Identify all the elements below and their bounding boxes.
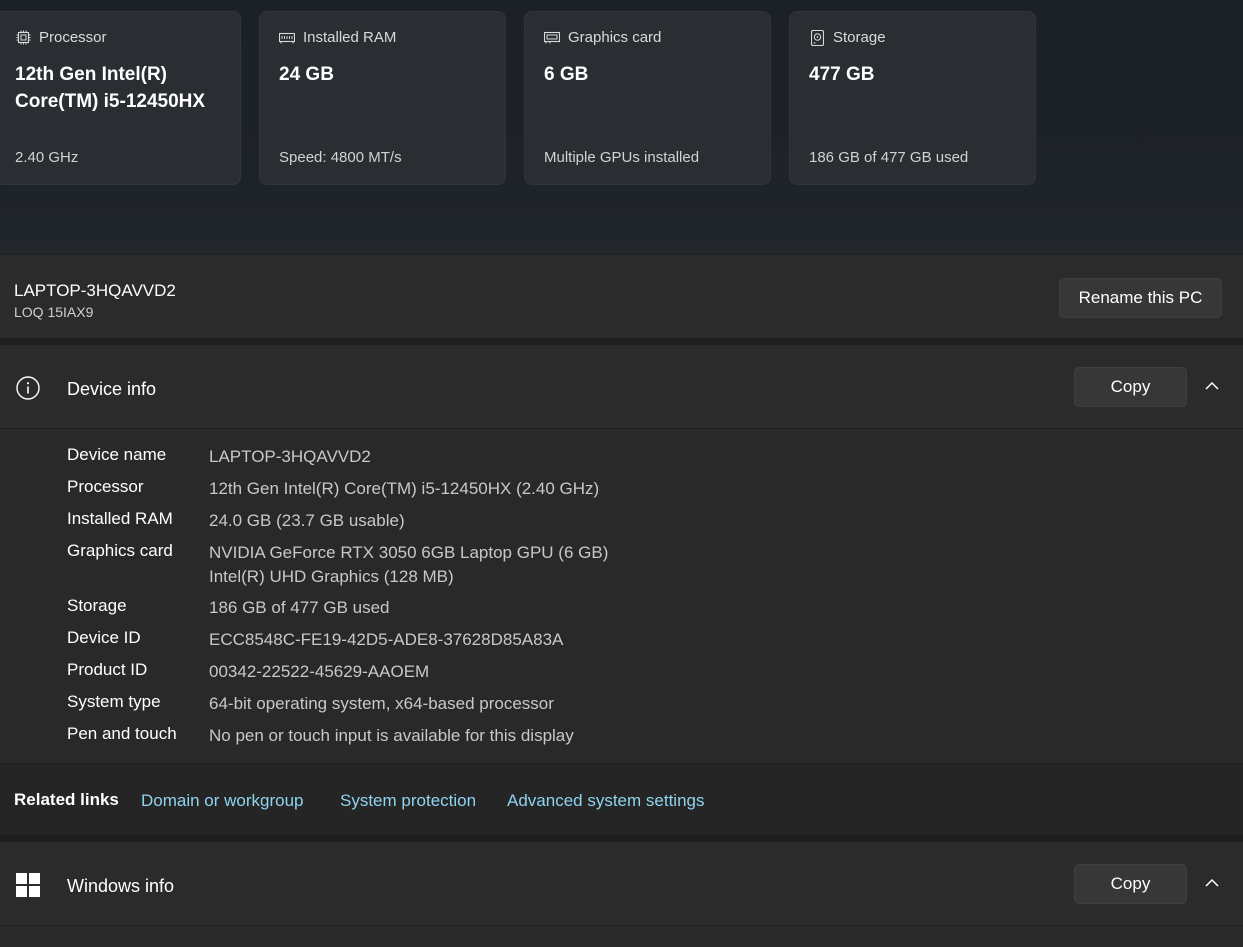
- detail-value: 24.0 GB (23.7 GB usable): [209, 511, 405, 530]
- detail-label: System type: [67, 692, 161, 711]
- device-info-header[interactable]: Device info Copy: [0, 345, 1243, 429]
- device-info-section: Device info Copy Device name LAPTOP-3HQA…: [0, 345, 1243, 763]
- detail-label: Processor: [67, 477, 144, 496]
- detail-label: Graphics card: [67, 541, 173, 560]
- detail-label: Device ID: [67, 628, 141, 647]
- section-divider: [0, 835, 1243, 842]
- windows-info-details: [0, 927, 1243, 947]
- pc-model: LOQ 15IAX9: [14, 304, 94, 320]
- storage-card-value: 477 GB: [809, 64, 875, 85]
- graphics-card-value: 6 GB: [544, 64, 589, 85]
- detail-label: Pen and touch: [67, 724, 177, 743]
- related-links-label: Related links: [14, 790, 119, 809]
- graphics-card-sub: Multiple GPUs installed: [544, 149, 700, 166]
- detail-value: 64-bit operating system, x64-based proce…: [209, 694, 554, 713]
- rename-pc-button[interactable]: Rename this PC: [1059, 278, 1222, 318]
- device-info-copy-button[interactable]: Copy: [1074, 367, 1187, 407]
- detail-label: Product ID: [67, 660, 148, 679]
- ram-card-value: 24 GB: [279, 64, 334, 85]
- info-icon: [16, 376, 40, 405]
- detail-value: 00342-22522-45629-AAOEM: [209, 662, 430, 681]
- processor-card-sub: 2.40 GHz: [15, 149, 79, 166]
- detail-value-secondary: Intel(R) UHD Graphics (128 MB): [209, 567, 454, 586]
- related-links-bar: Related links Domain or workgroup System…: [0, 763, 1243, 836]
- detail-label: Installed RAM: [67, 509, 173, 528]
- detail-value: LAPTOP-3HQAVVD2: [209, 447, 371, 466]
- ram-card-sub: Speed: 4800 MT/s: [279, 149, 402, 166]
- storage-card: Storage 477 GB 186 GB of 477 GB used: [789, 11, 1036, 185]
- detail-value: 186 GB of 477 GB used: [209, 598, 390, 617]
- processor-card-title: Processor: [39, 29, 107, 46]
- pc-name-row: LAPTOP-3HQAVVD2 LOQ 15IAX9 Rename this P…: [0, 255, 1243, 338]
- storage-card-title: Storage: [833, 29, 886, 46]
- ram-card: Installed RAM 24 GB Speed: 4800 MT/s: [259, 11, 506, 185]
- detail-label: Storage: [67, 596, 127, 615]
- storage-card-sub: 186 GB of 477 GB used: [809, 149, 969, 166]
- windows-logo-icon: [16, 873, 40, 902]
- detail-value: 12th Gen Intel(R) Core(TM) i5-12450HX (2…: [209, 479, 600, 498]
- detail-value: ECC8548C-FE19-42D5-ADE8-37628D85A83A: [209, 630, 564, 649]
- link-system-protection[interactable]: System protection: [340, 791, 476, 811]
- processor-icon: [15, 30, 31, 46]
- detail-value: No pen or touch input is available for t…: [209, 726, 574, 745]
- graphics-card-icon: [544, 30, 560, 46]
- chevron-up-icon[interactable]: [1201, 872, 1223, 894]
- detail-value: NVIDIA GeForce RTX 3050 6GB Laptop GPU (…: [209, 543, 609, 562]
- section-divider: [0, 338, 1243, 345]
- pc-name: LAPTOP-3HQAVVD2: [14, 281, 176, 300]
- ram-card-title: Installed RAM: [303, 29, 397, 46]
- link-domain-or-workgroup[interactable]: Domain or workgroup: [141, 791, 304, 811]
- storage-icon: [809, 29, 825, 46]
- windows-info-header[interactable]: Windows info Copy: [0, 842, 1243, 926]
- chevron-up-icon[interactable]: [1201, 375, 1223, 397]
- link-advanced-system-settings[interactable]: Advanced system settings: [507, 791, 704, 811]
- device-info-title: Device info: [67, 379, 157, 399]
- processor-card-value: 12th Gen Intel(R) Core(TM) i5-12450HX: [15, 64, 206, 112]
- ram-icon: [279, 30, 295, 46]
- graphics-card-card: Graphics card 6 GB Multiple GPUs install…: [524, 11, 771, 185]
- windows-info-copy-button[interactable]: Copy: [1074, 864, 1187, 904]
- graphics-card-title: Graphics card: [568, 29, 662, 46]
- windows-info-section: Windows info Copy: [0, 842, 1243, 947]
- device-info-details: Device name LAPTOP-3HQAVVD2 Processor 12…: [0, 430, 1243, 763]
- windows-info-title: Windows info: [67, 876, 175, 896]
- processor-card: Processor 12th Gen Intel(R) Core(TM) i5-…: [0, 11, 241, 185]
- detail-label: Device name: [67, 445, 167, 464]
